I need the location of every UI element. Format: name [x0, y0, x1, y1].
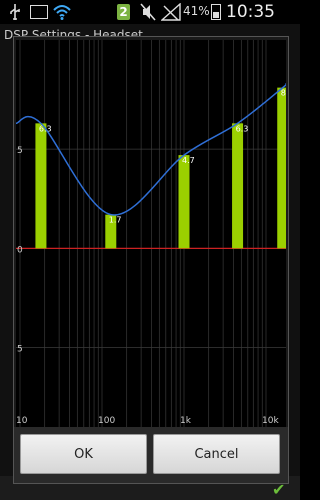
cancel-button[interactable]: Cancel	[153, 434, 280, 474]
eq-graph[interactable]: 505101001k10k6.31.74.76.38.1	[16, 40, 286, 427]
wifi-icon	[53, 5, 71, 20]
usb-icon	[10, 4, 20, 20]
eq-bar-value: 6.3	[236, 124, 249, 133]
eq-bar-value: 4.7	[182, 156, 195, 165]
battery-percent: 41%	[183, 4, 210, 18]
signal-icon	[161, 3, 181, 21]
eq-bar	[178, 155, 190, 249]
eq-bar	[232, 123, 244, 249]
eq-bar-value: 1.7	[109, 216, 122, 225]
x-tick-label: 100	[98, 416, 115, 426]
eq-bar	[35, 123, 47, 249]
x-tick-label: 10	[16, 416, 28, 426]
notification-badge: 2	[117, 4, 130, 20]
x-tick-label: 10k	[262, 416, 279, 426]
y-tick-label: 5	[17, 345, 23, 355]
eq-chart[interactable]: 505101001k10k6.31.74.76.38.1	[16, 40, 286, 427]
dialog-button-bar: OK Cancel	[14, 427, 288, 483]
x-tick-label: 1k	[180, 416, 192, 426]
y-tick-label: 0	[17, 245, 23, 255]
mute-icon	[140, 3, 156, 21]
image-icon	[30, 5, 48, 19]
ok-button[interactable]: OK	[20, 434, 147, 474]
eq-bar-value: 8.1	[281, 89, 286, 98]
y-tick-label: 5	[17, 146, 23, 156]
battery-icon	[211, 4, 221, 20]
status-bar: 2 41% 10:35 PM	[0, 0, 300, 42]
eq-bar	[277, 87, 286, 249]
